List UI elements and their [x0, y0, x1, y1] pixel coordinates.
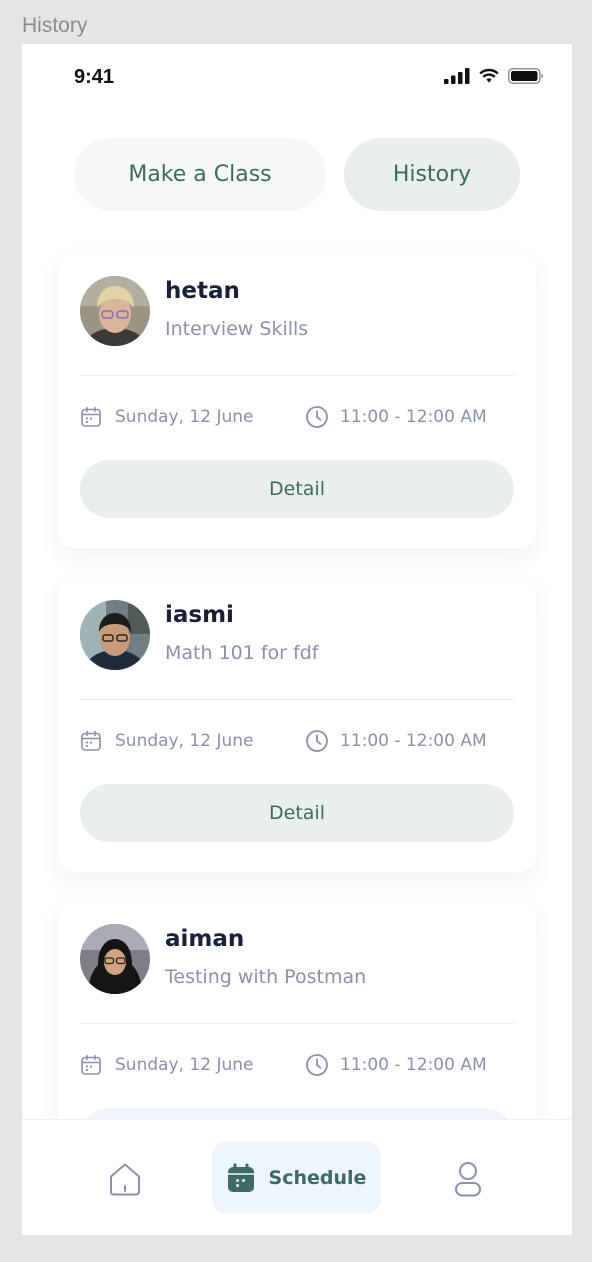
avatar — [80, 924, 150, 994]
profile-icon[interactable] — [452, 1160, 484, 1198]
clock-icon — [306, 406, 328, 428]
signal-icon — [444, 68, 470, 84]
divider — [80, 375, 514, 376]
user-name: aiman — [165, 926, 245, 952]
nav-item-schedule[interactable]: Schedule — [212, 1142, 381, 1213]
tab-history[interactable]: History — [344, 138, 520, 211]
status-icons — [444, 68, 544, 84]
frame-label: History — [22, 14, 88, 37]
course-title: Math 101 for fdf — [165, 642, 319, 664]
detail-button[interactable]: Detail — [80, 460, 514, 518]
clock-icon — [306, 1054, 328, 1076]
tab-make-a-class[interactable]: Make a Class — [74, 138, 326, 211]
calendar-icon — [81, 1054, 101, 1075]
home-icon[interactable] — [106, 1160, 144, 1198]
divider — [80, 699, 514, 700]
phone-screen: 9:41 Make a Class History hetan Intervie… — [22, 44, 572, 1235]
class-time: 11:00 - 12:00 AM — [340, 407, 487, 427]
class-card: iasmi Math 101 for fdf Sunday, 12 June 1… — [58, 578, 536, 872]
course-title: Interview Skills — [165, 318, 309, 340]
detail-button[interactable]: Detail — [80, 784, 514, 842]
calendar-icon — [81, 406, 101, 427]
user-name: hetan — [165, 278, 240, 304]
class-date: Sunday, 12 June — [115, 1055, 254, 1075]
battery-icon — [508, 68, 544, 84]
class-date: Sunday, 12 June — [115, 407, 254, 427]
avatar — [80, 276, 150, 346]
user-name: iasmi — [165, 602, 234, 628]
class-time: 11:00 - 12:00 AM — [340, 1055, 487, 1075]
clock-icon — [306, 730, 328, 752]
course-title: Testing with Postman — [165, 966, 367, 988]
class-date: Sunday, 12 June — [115, 731, 254, 751]
status-time: 9:41 — [74, 66, 115, 88]
class-time: 11:00 - 12:00 AM — [340, 731, 487, 751]
class-card: hetan Interview Skills Sunday, 12 June 1… — [58, 254, 536, 548]
calendar-icon — [81, 730, 101, 751]
wifi-icon — [479, 68, 499, 83]
status-bar: 9:41 — [22, 44, 572, 110]
bottom-nav: Schedule — [22, 1119, 572, 1235]
avatar — [80, 600, 150, 670]
segmented-tabs: Make a Class History — [74, 138, 520, 211]
calendar-icon — [227, 1163, 254, 1192]
nav-schedule-label: Schedule — [268, 1166, 367, 1189]
divider — [80, 1023, 514, 1024]
